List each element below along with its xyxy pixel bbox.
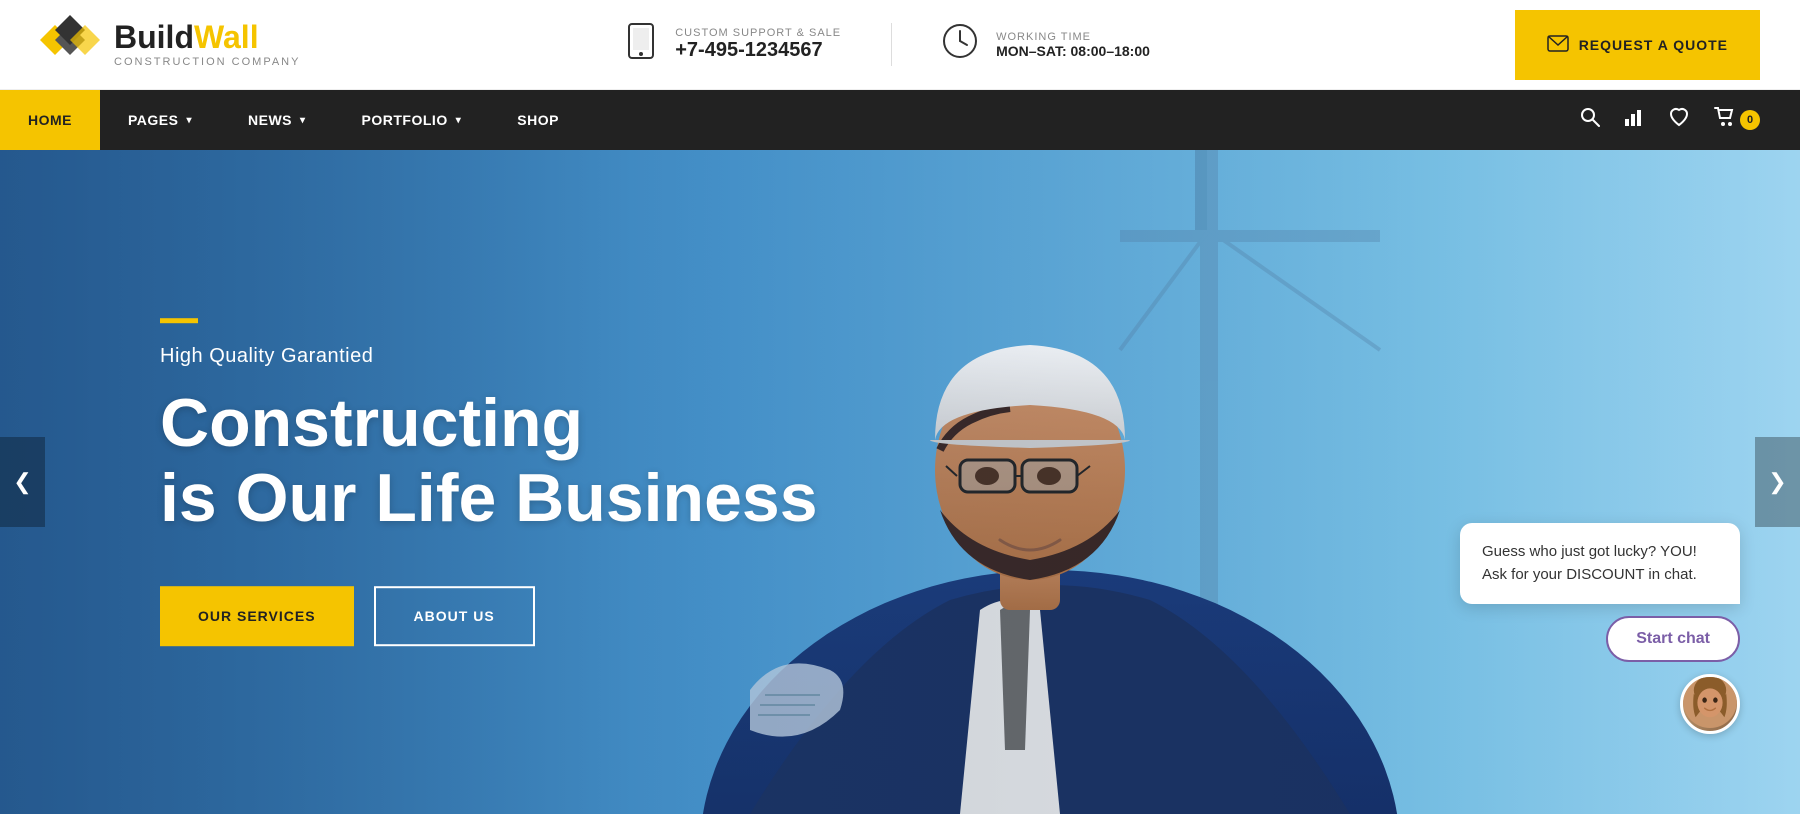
hero-title: Constructing is Our Life Business: [160, 386, 818, 536]
request-quote-button[interactable]: REQUEST A QUOTE: [1515, 10, 1760, 80]
our-services-button[interactable]: OUR SERVICES: [160, 586, 354, 646]
nav-portfolio[interactable]: PORTFOLIO ▾: [334, 90, 490, 150]
cart-icon: [1714, 107, 1736, 133]
support-text: CUSTOM SUPPORT & SALE +7-495-1234567: [675, 27, 841, 62]
nav-right: 0: [1580, 107, 1800, 133]
hero-content: High Quality Garantied Constructing is O…: [160, 318, 818, 646]
hero-next-arrow[interactable]: ❯: [1755, 437, 1800, 527]
support-info: CUSTOM SUPPORT & SALE +7-495-1234567: [575, 23, 892, 66]
logo-tagline: CONSTRUCTION COMPANY: [114, 56, 300, 68]
cart-count-badge: 0: [1740, 110, 1760, 130]
hero-subtitle: High Quality Garantied: [160, 345, 818, 368]
nav-shop[interactable]: SHOP: [489, 90, 587, 150]
bars-chart-icon[interactable]: [1624, 107, 1644, 133]
clock-icon: [942, 23, 978, 66]
nav-left: HOME PAGES ▾ NEWS ▾ PORTFOLIO ▾ SHOP: [0, 90, 587, 150]
pages-chevron: ▾: [186, 115, 192, 126]
wishlist-heart-icon[interactable]: [1668, 107, 1690, 133]
chat-avatar[interactable]: [1680, 674, 1740, 734]
search-icon[interactable]: [1580, 107, 1600, 133]
hero-section: ❮ High Quality Garantied Constructing is…: [0, 150, 1800, 814]
hero-accent-line: [160, 318, 198, 323]
start-chat-button[interactable]: Start chat: [1606, 616, 1740, 662]
logo-text: BuildWall CONSTRUCTION COMPANY: [114, 21, 300, 68]
portfolio-chevron: ▾: [456, 115, 462, 126]
nav-pages[interactable]: PAGES ▾: [100, 90, 220, 150]
envelope-icon: [1547, 35, 1569, 55]
working-time-info: WORKING TIME MON–SAT: 08:00–18:00: [892, 23, 1200, 66]
logo-name: BuildWall: [114, 21, 300, 53]
working-text: WORKING TIME MON–SAT: 08:00–18:00: [996, 31, 1150, 59]
nav-news[interactable]: NEWS ▾: [220, 90, 334, 150]
logo[interactable]: BuildWall CONSTRUCTION COMPANY: [40, 15, 300, 75]
about-us-button[interactable]: ABOUT US: [374, 586, 535, 646]
site-header: BuildWall CONSTRUCTION COMPANY CUSTOM SU…: [0, 0, 1800, 90]
nav-home[interactable]: HOME: [0, 90, 100, 150]
hero-buttons: OUR SERVICES ABOUT US: [160, 586, 818, 646]
phone-icon: [625, 23, 657, 66]
hero-prev-arrow[interactable]: ❮: [0, 437, 45, 527]
header-center: CUSTOM SUPPORT & SALE +7-495-1234567 WOR…: [575, 23, 1200, 66]
main-nav: HOME PAGES ▾ NEWS ▾ PORTFOLIO ▾ SHOP: [0, 90, 1800, 150]
cart-wrap[interactable]: 0: [1714, 107, 1760, 133]
news-chevron: ▾: [300, 115, 306, 126]
chat-widget: Guess who just got lucky? YOU! Ask for y…: [1460, 523, 1740, 734]
chat-bubble: Guess who just got lucky? YOU! Ask for y…: [1460, 523, 1740, 604]
chat-avatar-image: [1683, 674, 1737, 731]
logo-icon: [40, 15, 100, 75]
